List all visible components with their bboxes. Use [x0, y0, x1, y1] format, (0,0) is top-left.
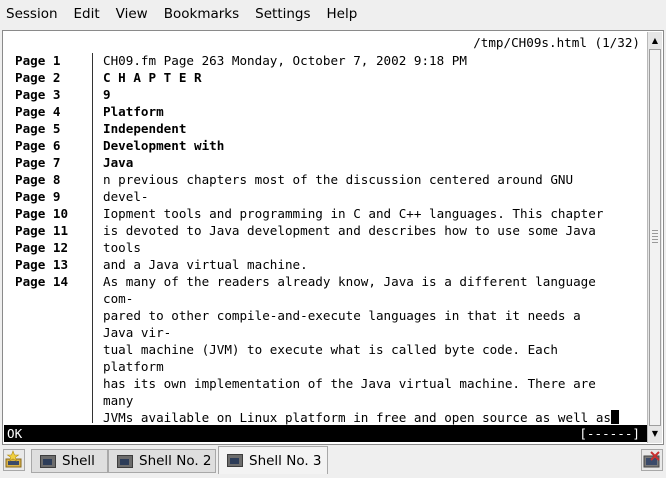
menu-help[interactable]: Help [319, 0, 366, 28]
text-line: CH09.fm Page 263 Monday, October 7, 2002… [103, 53, 467, 68]
new-session-button[interactable] [3, 449, 25, 471]
text-line: pared to other compile-and-execute langu… [103, 308, 581, 323]
page-link[interactable]: Page 1 [15, 52, 95, 69]
text-line: Platform [103, 104, 164, 119]
text-line: Java [103, 155, 134, 170]
scroll-thumb[interactable] [649, 49, 661, 426]
text-cursor [611, 410, 619, 424]
scroll-down-icon[interactable]: ▼ [648, 427, 662, 441]
menu-settings[interactable]: Settings [247, 0, 318, 28]
text-line: Independent [103, 121, 187, 136]
text-line: tools [103, 240, 141, 255]
text-line: tual machine (JVM) to execute what is ca… [103, 342, 558, 357]
menu-bookmarks[interactable]: Bookmarks [156, 0, 247, 28]
page-link[interactable]: Page 14 [15, 273, 95, 290]
close-session-button[interactable] [641, 449, 663, 471]
page-link[interactable]: Page 6 [15, 137, 95, 154]
close-session-icon [643, 451, 660, 468]
terminal-icon [117, 454, 133, 468]
text-line: JVMs available on Linux platform in free… [103, 409, 648, 425]
scroll-up-icon[interactable]: ▲ [648, 34, 662, 48]
page-link[interactable]: Page 13 [15, 256, 95, 273]
text-line: 9 [103, 87, 111, 102]
page-link[interactable]: Page 3 [15, 86, 95, 103]
page-link[interactable]: Page 2 [15, 69, 95, 86]
terminal-frame: /tmp/CH09s.html (1/32) Page 1 Page 2 Pag… [2, 30, 664, 445]
terminal-icon [40, 454, 56, 468]
text-line: and a Java virtual machine. [103, 257, 308, 272]
tab-shell-no-3[interactable]: Shell No. 3 [218, 446, 328, 474]
document-title: /tmp/CH09s.html (1/32) [473, 35, 640, 50]
terminal-icon [227, 454, 243, 467]
menu-view[interactable]: View [108, 0, 156, 28]
tab-bar: Shell Shell No. 2 Shell No. 3 [0, 446, 666, 478]
last-text-line: JVMs available on Linux platform in free… [103, 410, 611, 425]
status-progress: [------] [579, 426, 640, 441]
page-link[interactable]: Page 8 [15, 171, 95, 188]
menu-edit[interactable]: Edit [66, 0, 108, 28]
menu-bar: Session Edit View Bookmarks Settings Hel… [0, 0, 666, 28]
menu-session[interactable]: Session [0, 0, 66, 28]
page-list: Page 1 Page 2 Page 3 Page 4 Page 5 Page … [15, 52, 95, 290]
page-link[interactable]: Page 7 [15, 154, 95, 171]
status-text: OK [7, 426, 23, 441]
document-text: CH09.fm Page 263 Monday, October 7, 2002… [103, 52, 648, 425]
text-line: Java vir- [103, 325, 172, 340]
tab-label: Shell No. 2 [139, 453, 212, 469]
tab-shell[interactable]: Shell [31, 449, 108, 473]
text-line: platform [103, 359, 164, 374]
column-divider [92, 53, 93, 423]
vertical-scrollbar[interactable]: ▲ ▼ [647, 32, 662, 443]
page-link[interactable]: Page 12 [15, 239, 95, 256]
text-line: C H A P T E R [103, 70, 202, 85]
text-line: has its own implementation of the Java v… [103, 376, 596, 391]
text-line: many [103, 393, 134, 408]
page-link[interactable]: Page 9 [15, 188, 95, 205]
page-link[interactable]: Page 11 [15, 222, 95, 239]
new-session-icon [5, 450, 22, 468]
text-line: is devoted to Java development and descr… [103, 223, 596, 238]
tab-label: Shell No. 3 [249, 452, 322, 469]
text-line: n previous chapters most of the discussi… [103, 172, 574, 187]
page-link[interactable]: Page 10 [15, 205, 95, 222]
terminal-view[interactable]: /tmp/CH09s.html (1/32) Page 1 Page 2 Pag… [4, 32, 648, 425]
status-bar: OK [------] [4, 425, 648, 442]
text-line: devel- [103, 189, 149, 204]
page-link[interactable]: Page 4 [15, 103, 95, 120]
grip-icon [652, 230, 658, 244]
tab-shell-no-2[interactable]: Shell No. 2 [108, 449, 216, 473]
text-line: Iopment tools and programming in C and C… [103, 206, 604, 221]
text-line: Development with [103, 138, 225, 153]
text-line: com- [103, 291, 134, 306]
text-line: As many of the readers already know, Jav… [103, 274, 596, 289]
page-link[interactable]: Page 5 [15, 120, 95, 137]
tab-label: Shell [62, 453, 95, 469]
